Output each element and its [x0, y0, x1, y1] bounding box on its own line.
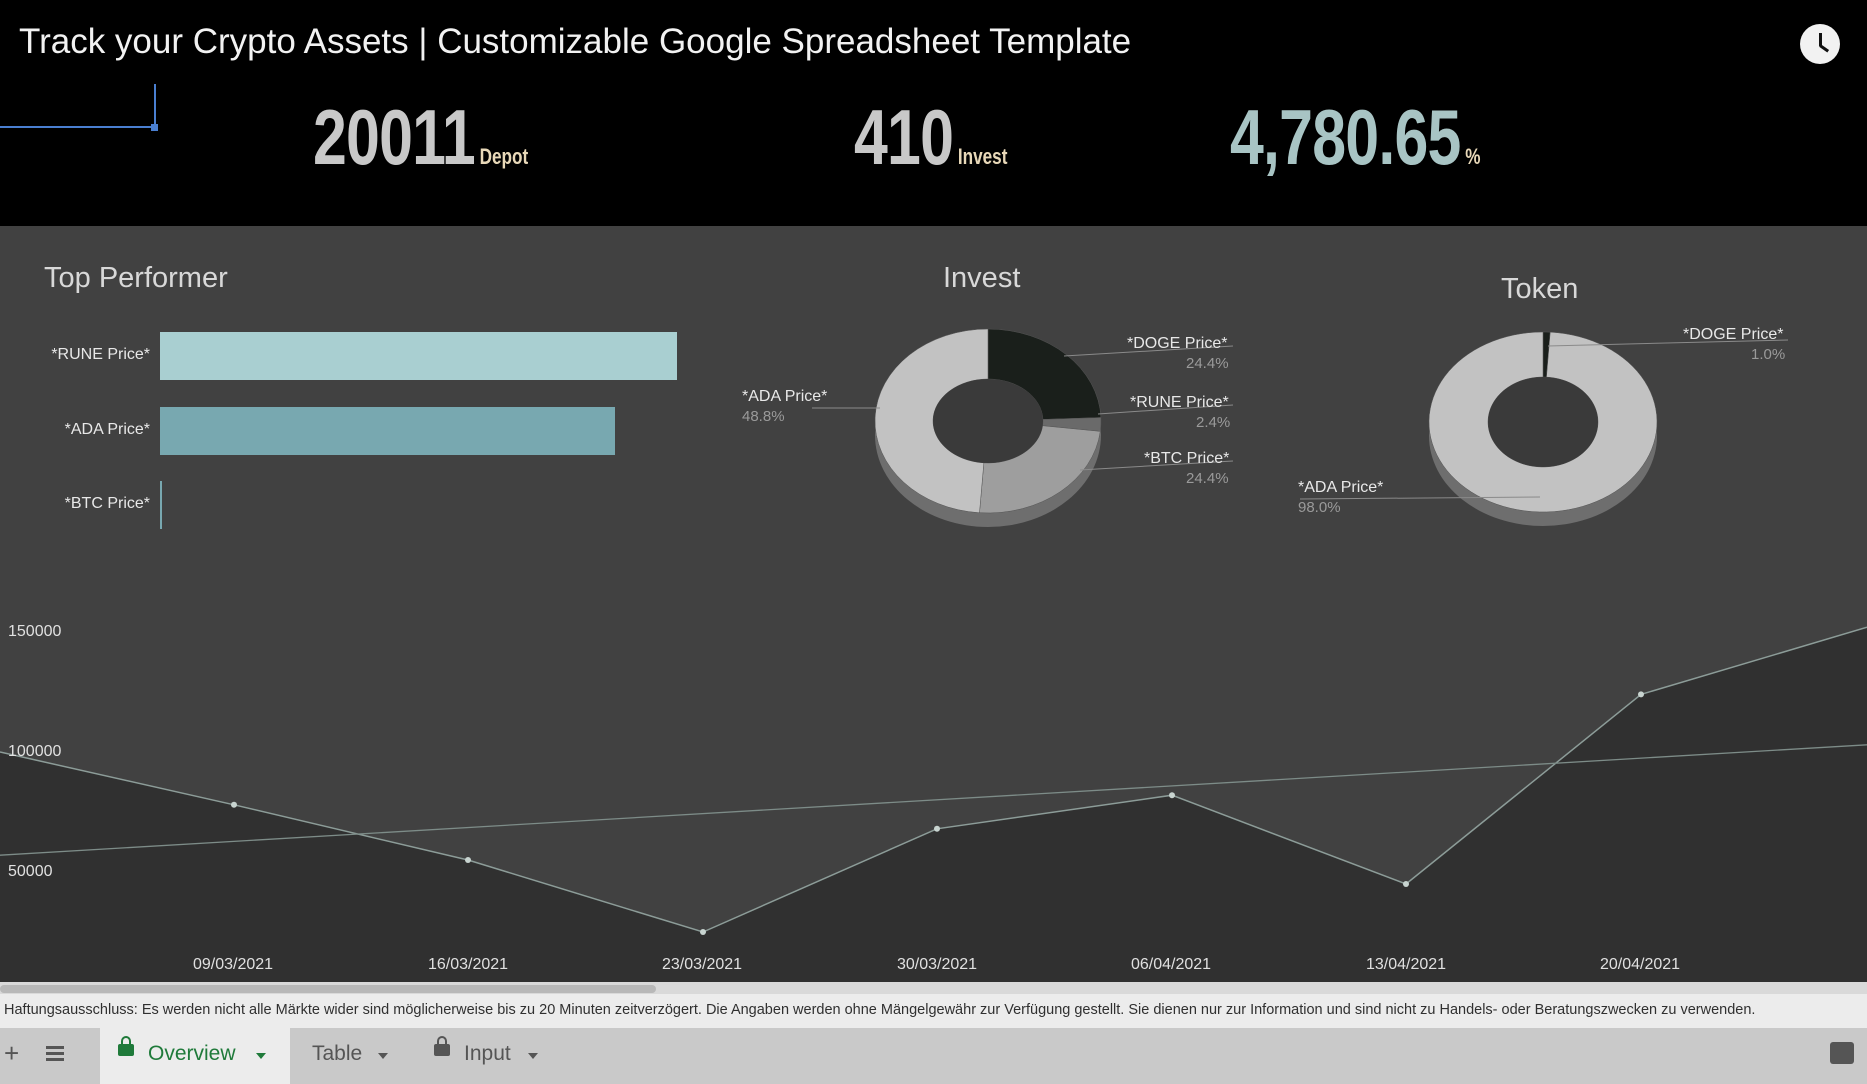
y-tick-150000: 150000: [8, 623, 62, 640]
explore-icon[interactable]: [1830, 1042, 1854, 1064]
line-chart[interactable]: [0, 0, 1867, 1084]
add-sheet-icon[interactable]: +: [4, 1038, 19, 1069]
x-tick-5: 06/04/2021: [1130, 956, 1212, 973]
data-point: [700, 929, 706, 935]
chevron-down-icon: [528, 1053, 538, 1059]
area-fill: [0, 627, 1867, 982]
all-sheets-icon[interactable]: [46, 1046, 64, 1061]
x-tick-4: 30/03/2021: [896, 956, 978, 973]
lock-icon: [118, 1036, 134, 1056]
tab-input[interactable]: Input: [416, 1028, 556, 1084]
tab-table-label: Table: [312, 1042, 363, 1065]
data-point: [231, 801, 237, 808]
tab-overview-label: Overview: [148, 1042, 236, 1065]
chevron-down-icon: [378, 1053, 388, 1059]
chevron-down-icon: [256, 1053, 266, 1059]
lock-icon: [434, 1036, 450, 1056]
tab-overview[interactable]: Overview: [100, 1028, 290, 1084]
data-point: [1638, 691, 1644, 698]
x-tick-7: 20/04/2021: [1599, 956, 1681, 973]
x-tick-2: 16/03/2021: [427, 956, 509, 973]
scrollbar-thumb[interactable]: [0, 985, 656, 993]
data-point: [465, 857, 471, 863]
x-tick-3: 23/03/2021: [661, 956, 743, 973]
y-tick-100000: 100000: [8, 743, 62, 760]
y-tick-50000: 50000: [8, 863, 53, 880]
tab-input-label: Input: [464, 1042, 511, 1065]
x-tick-1: 09/03/2021: [192, 956, 274, 973]
data-point: [1169, 792, 1175, 799]
tab-table[interactable]: Table: [296, 1028, 406, 1084]
data-point: [1403, 881, 1409, 887]
disclaimer-text: Haftungsausschluss: Es werden nicht alle…: [4, 1002, 1756, 1018]
data-point: [934, 825, 940, 832]
disclaimer-bar: Haftungsausschluss: Es werden nicht alle…: [0, 994, 1867, 1028]
x-tick-6: 13/04/2021: [1365, 956, 1447, 973]
